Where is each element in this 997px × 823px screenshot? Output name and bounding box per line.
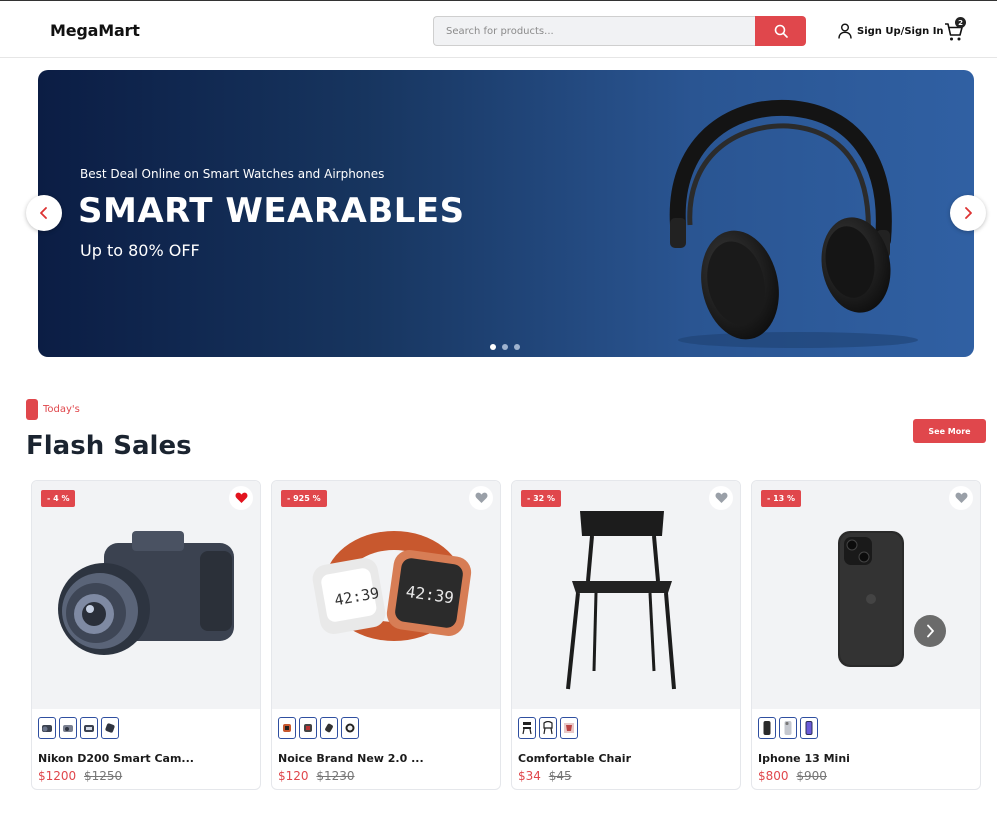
- product-old-price: $1250: [84, 769, 123, 783]
- wishlist-button[interactable]: [709, 486, 733, 510]
- cart-count-badge: 2: [955, 17, 966, 28]
- variant-thumb[interactable]: [800, 717, 818, 739]
- variant-thumb[interactable]: [341, 717, 359, 739]
- variant-thumbnails: [758, 717, 818, 739]
- chevron-right-icon: [927, 624, 934, 638]
- section-tag: Today's: [43, 404, 80, 415]
- hero-kicker: Best Deal Online on Smart Watches and Ai…: [80, 167, 385, 181]
- chevron-left-icon: [40, 207, 47, 219]
- site-header: MegaMart Sign Up/Sign In 2: [0, 1, 997, 58]
- section-title: Flash Sales: [26, 431, 192, 461]
- discount-badge: - 13 %: [761, 490, 802, 507]
- product-name: Noice Brand New 2.0 ...: [278, 752, 424, 765]
- camera-image: [58, 531, 234, 655]
- product-card[interactable]: - 32 % Comfortable Chair $34 $45: [511, 480, 741, 790]
- see-more-button[interactable]: See More: [913, 419, 986, 443]
- iphone-image: [838, 531, 904, 667]
- wishlist-button[interactable]: [469, 486, 493, 510]
- carousel-dot-1[interactable]: [490, 344, 496, 350]
- carousel-dots: [490, 344, 520, 350]
- heart-icon: [235, 492, 247, 503]
- product-price: $800: [758, 769, 789, 783]
- product-name: Iphone 13 Mini: [758, 752, 850, 765]
- product-prices: $34 $45: [518, 769, 572, 783]
- heart-icon: [715, 492, 727, 503]
- variant-thumb[interactable]: [539, 717, 557, 739]
- hero-next-button[interactable]: [950, 195, 986, 231]
- variant-thumb[interactable]: [299, 717, 317, 739]
- product-prices: $800 $900: [758, 769, 827, 783]
- hero-banner: Best Deal Online on Smart Watches and Ai…: [38, 70, 974, 357]
- heart-icon: [475, 492, 487, 503]
- heart-icon: [955, 492, 967, 503]
- product-name: Nikon D200 Smart Cam...: [38, 752, 194, 765]
- product-card[interactable]: - 13 % Iphone 13 Mini $800 $900: [751, 480, 981, 790]
- product-prices: $120 $1230: [278, 769, 355, 783]
- site-logo[interactable]: MegaMart: [50, 21, 140, 40]
- variant-thumb[interactable]: [278, 717, 296, 739]
- search-bar: [433, 16, 806, 46]
- variant-thumbnails: [518, 717, 578, 739]
- product-media: - 32 %: [512, 481, 740, 709]
- variant-thumb[interactable]: [518, 717, 536, 739]
- carousel-dot-2[interactable]: [502, 344, 508, 350]
- user-icon: [838, 23, 852, 39]
- product-price: $1200: [38, 769, 77, 783]
- headphones-image: [669, 99, 918, 348]
- product-name: Comfortable Chair: [518, 752, 631, 765]
- hero-title: SMART WEARABLES: [78, 191, 465, 231]
- wishlist-button[interactable]: [949, 486, 973, 510]
- hero-subtitle: Up to 80% OFF: [80, 241, 200, 260]
- wishlist-button[interactable]: [229, 486, 253, 510]
- variant-thumb[interactable]: [560, 717, 578, 739]
- cart-button[interactable]: 2: [944, 17, 966, 43]
- signin-link[interactable]: Sign Up/Sign In: [838, 23, 944, 39]
- product-old-price: $900: [796, 769, 827, 783]
- discount-badge: - 4 %: [41, 490, 76, 507]
- variant-thumb[interactable]: [320, 717, 338, 739]
- hero-prev-button[interactable]: [26, 195, 62, 231]
- chair-image: [566, 511, 676, 690]
- product-card[interactable]: - 4 % Nikon D200 Smart Cam... $1200 $125…: [31, 480, 261, 790]
- variant-thumb[interactable]: [758, 717, 776, 739]
- section-tag-marker: [26, 399, 38, 420]
- signin-label: Sign Up/Sign In: [857, 25, 944, 37]
- product-price: $120: [278, 769, 309, 783]
- product-media: - 4 %: [32, 481, 260, 709]
- search-button[interactable]: [755, 16, 806, 46]
- discount-badge: - 925 %: [281, 490, 327, 507]
- search-input[interactable]: [433, 16, 757, 46]
- chevron-right-icon: [965, 207, 972, 219]
- discount-badge: - 32 %: [521, 490, 562, 507]
- products-next-button[interactable]: [914, 615, 946, 647]
- variant-thumbnails: [38, 717, 119, 739]
- variant-thumb[interactable]: [59, 717, 77, 739]
- product-old-price: $1230: [316, 769, 355, 783]
- smartwatch-image: 42:39 42:39: [312, 531, 472, 641]
- variant-thumb[interactable]: [80, 717, 98, 739]
- variant-thumbnails: [278, 717, 359, 739]
- search-icon: [774, 24, 788, 38]
- product-price: $34: [518, 769, 541, 783]
- product-media: - 13 %: [752, 481, 980, 709]
- carousel-dot-3[interactable]: [514, 344, 520, 350]
- variant-thumb[interactable]: [38, 717, 56, 739]
- product-media: 42:39 42:39 - 925 %: [272, 481, 500, 709]
- variant-thumb[interactable]: [779, 717, 797, 739]
- variant-thumb[interactable]: [101, 717, 119, 739]
- product-prices: $1200 $1250: [38, 769, 122, 783]
- product-old-price: $45: [548, 769, 572, 783]
- product-card[interactable]: 42:39 42:39 - 925 % Noice Brand New 2.0 …: [271, 480, 501, 790]
